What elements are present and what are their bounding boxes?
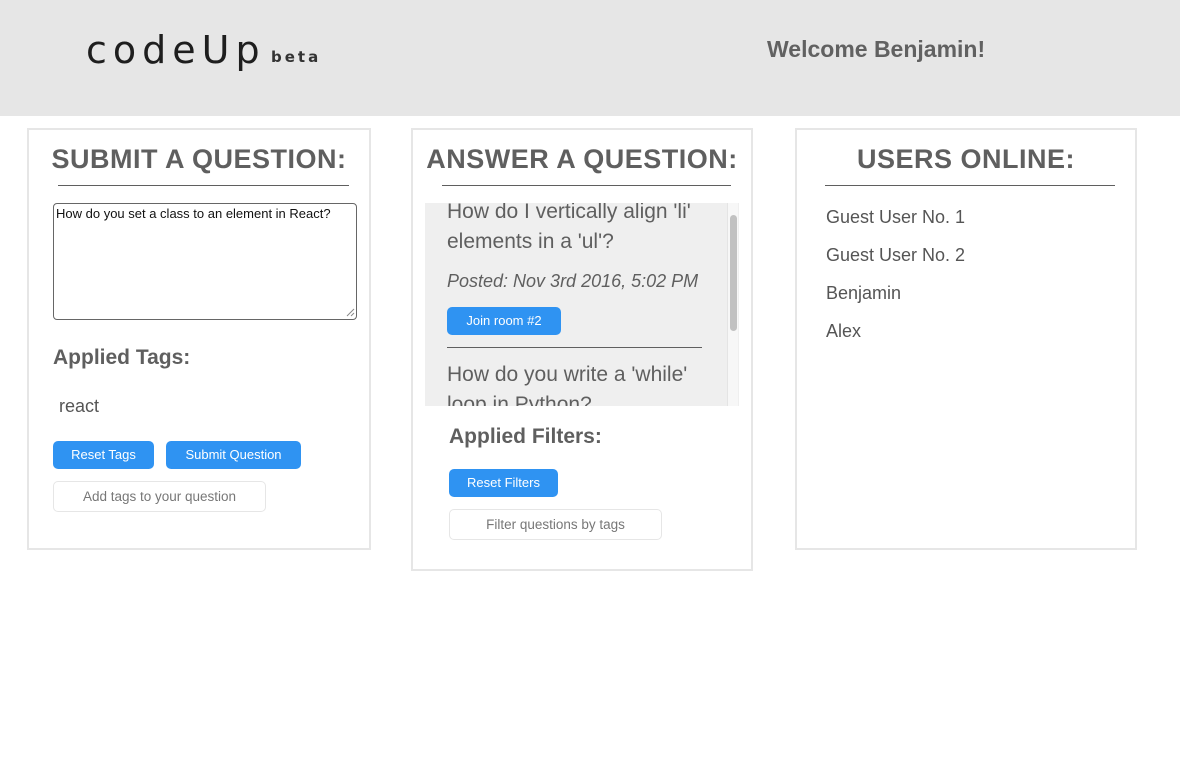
scrollbar-thumb[interactable]	[730, 215, 737, 331]
app-logo[interactable]: codeUp	[86, 28, 266, 72]
reset-tags-button[interactable]: Reset Tags	[53, 441, 154, 469]
title-divider	[825, 185, 1115, 186]
panel-title: USERS ONLINE:	[856, 144, 1076, 174]
question-list[interactable]: How do I vertically align 'li' elements …	[425, 203, 739, 406]
title-divider	[442, 185, 731, 186]
online-user: Benjamin	[826, 283, 902, 303]
submit-question-button[interactable]: Submit Question	[166, 441, 301, 469]
applied-tag: react	[59, 396, 100, 416]
question-divider	[447, 347, 702, 348]
question-textarea[interactable]: How do you set a class to an element in …	[53, 203, 357, 320]
filter-tags-input[interactable]	[449, 509, 662, 540]
beta-badge: beta	[271, 48, 322, 66]
online-user: Guest User No. 2	[826, 245, 966, 265]
applied-tags-heading: Applied Tags:	[53, 346, 191, 369]
question-title: How do you write a 'while' loop in Pytho…	[447, 363, 688, 406]
title-divider	[58, 185, 349, 186]
reset-filters-button[interactable]: Reset Filters	[449, 469, 558, 497]
applied-filters-heading: Applied Filters:	[449, 425, 602, 448]
welcome-message: Welcome Benjamin!	[767, 36, 986, 62]
online-user: Alex	[826, 321, 862, 341]
panel-title: ANSWER A QUESTION:	[426, 144, 738, 174]
resize-grip-icon[interactable]	[345, 307, 355, 317]
online-user: Guest User No. 1	[826, 207, 966, 227]
top-header: codeUp beta Welcome Benjamin!	[0, 0, 1180, 116]
add-tags-input[interactable]	[53, 481, 266, 512]
question-title: How do I vertically align 'li' elements …	[447, 203, 691, 253]
join-room-button[interactable]: Join room #2	[447, 307, 561, 335]
question-posted-date: Posted: Nov 3rd 2016, 5:02 PM	[447, 271, 699, 291]
question-list-scrollbar[interactable]	[727, 203, 738, 406]
panel-title: SUBMIT A QUESTION:	[51, 144, 347, 174]
